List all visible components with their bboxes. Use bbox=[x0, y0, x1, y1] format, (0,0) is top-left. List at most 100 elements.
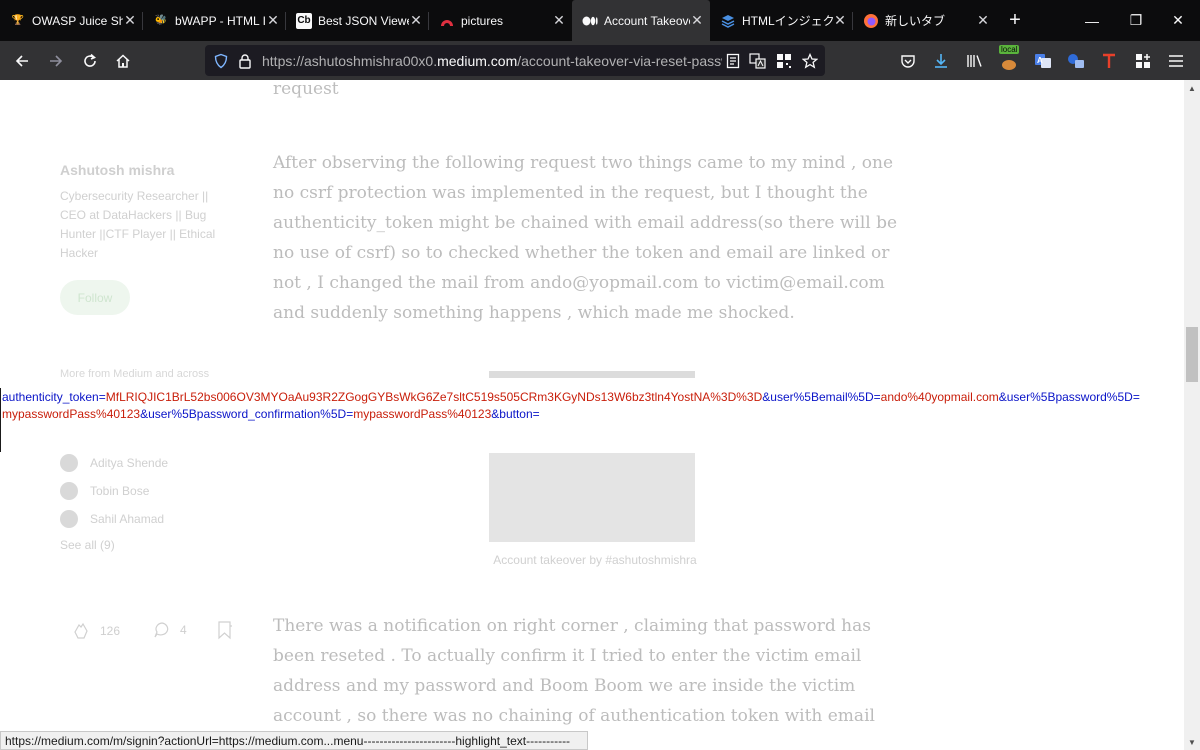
status-bar-link-preview: https://medium.com/m/signin?actionUrl=ht… bbox=[0, 731, 588, 750]
clap-button[interactable]: 126 bbox=[70, 620, 120, 642]
responses-button[interactable]: 4 bbox=[152, 620, 187, 640]
shield-icon[interactable] bbox=[211, 51, 231, 71]
hamburger-menu-icon[interactable] bbox=[1164, 49, 1188, 73]
save-story-button[interactable] bbox=[217, 620, 233, 640]
download-icon[interactable] bbox=[929, 49, 953, 73]
response-count: 4 bbox=[180, 623, 187, 637]
article-fragment: request bbox=[273, 80, 339, 99]
tab-pictures[interactable]: pictures ✕ bbox=[429, 0, 572, 41]
url-host: medium.com bbox=[437, 53, 518, 69]
more-from-medium-label: More from Medium and across bbox=[60, 368, 210, 380]
url-path: /account-takeover-via-reset-password bbox=[517, 53, 722, 69]
avatar bbox=[60, 510, 78, 528]
avatar bbox=[60, 454, 78, 472]
scroll-down-arrow-icon[interactable]: ▼ bbox=[1184, 734, 1200, 750]
pictures-icon bbox=[439, 13, 455, 29]
close-icon[interactable]: ✕ bbox=[976, 12, 990, 29]
bookmark-star-icon[interactable] bbox=[800, 51, 820, 71]
request-body-overlay: authenticity_token=MfLRIQJIC1BrL52bs006O… bbox=[0, 388, 1184, 452]
reader-view-icon[interactable] bbox=[723, 51, 743, 71]
window-close-button[interactable]: ✕ bbox=[1156, 0, 1200, 41]
tab-title: OWASP Juice Sho bbox=[32, 13, 123, 28]
close-icon[interactable]: ✕ bbox=[690, 12, 704, 29]
vertical-scrollbar[interactable]: ▲ ▼ bbox=[1184, 80, 1200, 750]
article-image bbox=[489, 453, 695, 542]
arrow-right-icon bbox=[50, 55, 63, 67]
url-bar[interactable]: https://ashutoshmishra00x0.medium.com/ac… bbox=[205, 45, 825, 76]
request-body-line: authenticity_token=MfLRIQJIC1BrL52bs006O… bbox=[2, 390, 1140, 404]
scrollbar-thumb[interactable] bbox=[1186, 327, 1198, 382]
extension-local-icon[interactable]: local bbox=[997, 45, 1021, 73]
tab-title: HTMLインジェクショ bbox=[742, 14, 833, 28]
tab-json-viewer[interactable]: Cb Best JSON Viewer ✕ bbox=[286, 0, 429, 41]
close-icon[interactable]: ✕ bbox=[833, 12, 847, 29]
param-equals: = bbox=[98, 390, 106, 404]
tab-account-takeover[interactable]: Account Takeover ✕ bbox=[572, 0, 710, 41]
close-icon[interactable]: ✕ bbox=[409, 12, 423, 29]
reload-button[interactable] bbox=[76, 47, 104, 75]
tab-html-injection[interactable]: HTMLインジェクショ ✕ bbox=[710, 0, 853, 41]
article-paragraph: After observing the following request tw… bbox=[273, 153, 898, 323]
param-value: mypasswordPass%40123 bbox=[2, 407, 141, 421]
tab-bwapp[interactable]: 🐝 bWAPP - HTML In ✕ bbox=[143, 0, 286, 41]
tab-title: bWAPP - HTML In bbox=[175, 13, 266, 28]
tab-title: Account Takeover bbox=[604, 13, 690, 28]
tab-juice-shop[interactable]: 🏆 OWASP Juice Sho ✕ bbox=[0, 0, 143, 41]
param-equals: = bbox=[1132, 390, 1140, 404]
lock-icon[interactable] bbox=[235, 51, 255, 71]
author-bio: Cybersecurity Researcher || CEO at DataH… bbox=[60, 189, 216, 260]
author-name[interactable]: Ashutosh mishra bbox=[60, 162, 174, 178]
layers-icon bbox=[720, 13, 736, 29]
article-image-top bbox=[489, 371, 695, 378]
library-icon[interactable] bbox=[963, 49, 987, 73]
follow-button[interactable]: Follow bbox=[60, 280, 130, 315]
navigation-toolbar: https://ashutoshmishra00x0.medium.com/ac… bbox=[0, 41, 1200, 80]
see-all-link[interactable]: See all (9) bbox=[60, 538, 115, 552]
param-value: ando%40yopmail.com bbox=[880, 390, 999, 404]
recommended-author-name: Sahil Ahamad bbox=[90, 512, 165, 526]
recommended-author[interactable]: Aditya Shende bbox=[60, 454, 168, 472]
param-equals: = bbox=[532, 407, 540, 421]
tab-title: Best JSON Viewer bbox=[318, 13, 409, 28]
back-button[interactable] bbox=[8, 47, 36, 75]
param-equals: = bbox=[873, 390, 881, 404]
bookmark-icon bbox=[218, 621, 232, 640]
restore-button[interactable]: ❐ bbox=[1114, 0, 1158, 41]
clap-icon bbox=[74, 622, 88, 639]
image-caption: Account takeover by #ashutoshmishra bbox=[493, 553, 697, 567]
param-key: &user%5Bpassword_confirmation%5D bbox=[140, 407, 347, 421]
recommended-author[interactable]: Tobin Bose bbox=[60, 482, 149, 500]
translate-addon-icon[interactable] bbox=[1064, 49, 1088, 73]
param-key: &user%5Bpassword%5D bbox=[998, 390, 1133, 404]
bee-icon: 🐝 bbox=[154, 15, 168, 26]
new-tab-button[interactable]: + bbox=[1000, 0, 1030, 41]
translate-icon[interactable] bbox=[748, 51, 768, 71]
minimize-button[interactable]: — bbox=[1070, 0, 1114, 41]
close-icon[interactable]: ✕ bbox=[123, 12, 137, 29]
close-icon[interactable]: ✕ bbox=[552, 12, 566, 29]
forward-button[interactable] bbox=[42, 47, 70, 75]
param-key: &button bbox=[491, 407, 533, 421]
url-prefix: https://ashutoshmishra00x0. bbox=[262, 53, 438, 69]
qr-code-icon[interactable] bbox=[774, 51, 794, 71]
recommended-author-name: Tobin Bose bbox=[90, 484, 150, 498]
reload-icon bbox=[84, 53, 96, 67]
svg-text:A: A bbox=[1037, 56, 1043, 65]
clap-count: 126 bbox=[100, 624, 121, 638]
tab-new-tab[interactable]: 新しいタブ ✕ bbox=[853, 0, 996, 41]
google-translate-icon[interactable]: A bbox=[1031, 49, 1055, 73]
recommended-author[interactable]: Sahil Ahamad bbox=[60, 510, 164, 528]
cb-icon: Cb bbox=[296, 12, 312, 29]
juice-shop-icon: 🏆 bbox=[11, 15, 25, 26]
scroll-up-arrow-icon[interactable]: ▲ bbox=[1184, 80, 1200, 96]
t-extension-icon[interactable] bbox=[1097, 49, 1121, 73]
close-icon[interactable]: ✕ bbox=[266, 12, 280, 29]
tab-bar: 🏆 OWASP Juice Sho ✕ 🐝 bWAPP - HTML In ✕ … bbox=[0, 0, 1200, 41]
extensions-puzzle-icon[interactable] bbox=[1131, 49, 1155, 73]
url-text[interactable]: https://ashutoshmishra00x0.medium.com/ac… bbox=[262, 53, 722, 69]
local-badge: local bbox=[999, 45, 1020, 54]
pocket-icon[interactable] bbox=[896, 49, 920, 73]
arrow-left-icon bbox=[15, 55, 28, 67]
home-button[interactable] bbox=[109, 47, 137, 75]
request-body-line: mypasswordPass%40123&user%5Bpassword_con… bbox=[2, 407, 540, 421]
